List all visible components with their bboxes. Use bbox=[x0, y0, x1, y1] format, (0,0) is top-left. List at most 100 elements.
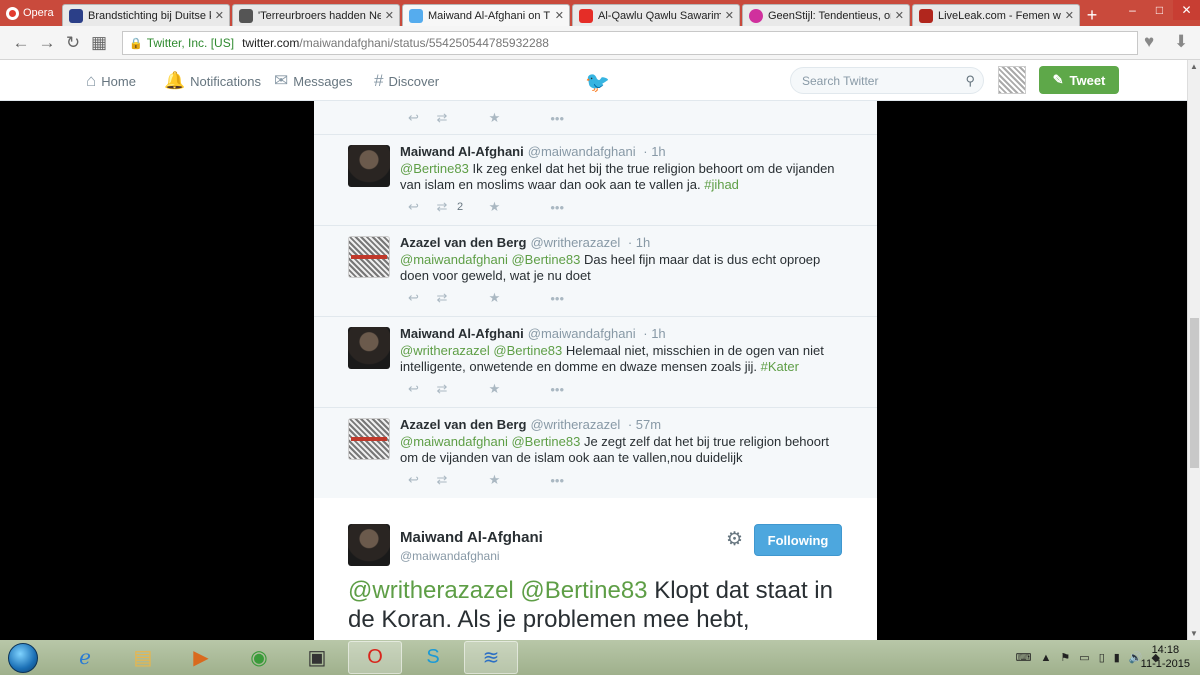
page-scrollbar[interactable]: ▲ ▼ bbox=[1187, 60, 1200, 640]
start-button[interactable] bbox=[0, 640, 46, 675]
favorite-star-icon[interactable]: ★ bbox=[481, 290, 508, 306]
nav-notifications[interactable]: 🔔 Notifications bbox=[164, 71, 261, 91]
device-icon[interactable]: ▯ bbox=[1099, 651, 1105, 664]
browser-tab[interactable]: 'Terreurbroers hadden Ne ✕ bbox=[232, 4, 400, 26]
minimize-button[interactable]: – bbox=[1119, 0, 1146, 20]
new-tab-button[interactable]: + bbox=[1082, 4, 1102, 26]
reply-icon[interactable]: ↩ bbox=[400, 110, 427, 126]
media-player-icon[interactable]: ▶ bbox=[174, 641, 228, 674]
tweet-time[interactable]: · 1h bbox=[643, 326, 665, 341]
tray-expand-icon[interactable]: ▲ bbox=[1041, 652, 1052, 664]
reply-tweet[interactable]: Maiwand Al-Afghani @maiwandafghani · 1h @… bbox=[314, 317, 877, 408]
back-arrow-icon[interactable]: ← bbox=[8, 29, 34, 57]
avatar[interactable] bbox=[348, 524, 390, 566]
scroll-up-arrow-icon[interactable]: ▲ bbox=[1190, 62, 1198, 71]
opera-menu-button[interactable]: Opera bbox=[0, 0, 62, 26]
retweet-icon[interactable]: ⇄ bbox=[427, 110, 457, 126]
tweet-time[interactable]: · 1h bbox=[643, 144, 665, 159]
tab-close-icon[interactable]: ✕ bbox=[215, 9, 224, 22]
author-name[interactable]: Maiwand Al-Afghani bbox=[400, 326, 524, 341]
internet-explorer-icon[interactable]: ℯ bbox=[58, 641, 112, 674]
more-options-icon[interactable]: ••• bbox=[508, 473, 564, 488]
app-window-icon[interactable]: ≋ bbox=[464, 641, 518, 674]
nav-discover[interactable]: # Discover bbox=[374, 71, 439, 91]
browser-tab-active[interactable]: Maiwand Al-Afghani on T ✕ bbox=[402, 4, 570, 26]
favorite-star-icon[interactable]: ★ bbox=[481, 472, 508, 488]
speed-dial-grid-icon[interactable]: ▦ bbox=[86, 29, 112, 57]
nav-home[interactable]: ⌂ Home bbox=[86, 71, 136, 91]
stash-heart-icon[interactable]: ♥ bbox=[1144, 32, 1154, 52]
close-window-button[interactable]: ✕ bbox=[1173, 0, 1200, 20]
download-icon[interactable]: ⬇ bbox=[1174, 32, 1188, 52]
reply-icon[interactable]: ↩ bbox=[400, 199, 427, 215]
file-explorer-icon[interactable]: ▤ bbox=[116, 641, 170, 674]
more-options-icon[interactable]: ••• bbox=[508, 200, 564, 215]
system-clock[interactable]: 14:18 11-1-2015 bbox=[1141, 643, 1190, 671]
browser-tab[interactable]: Al-Qawlu Qawlu Sawarim ✕ bbox=[572, 4, 740, 26]
browser-tab[interactable]: GeenStijl: Tendentieus, on ✕ bbox=[742, 4, 910, 26]
mention-link[interactable]: @writherazazel @Bertine83 bbox=[400, 343, 562, 358]
url-field[interactable]: 🔒 Twitter, Inc. [US] twitter.com/maiwand… bbox=[122, 31, 1138, 55]
following-button[interactable]: Following bbox=[754, 524, 842, 556]
author-name[interactable]: Maiwand Al-Afghani bbox=[400, 529, 543, 546]
user-avatar-menu[interactable] bbox=[998, 66, 1026, 94]
reply-icon[interactable]: ↩ bbox=[400, 472, 427, 488]
hashtag-link[interactable]: #Kater bbox=[761, 359, 799, 374]
retweet-icon[interactable]: ⇄ bbox=[427, 290, 457, 306]
network-signal-icon[interactable]: ▮ bbox=[1114, 651, 1120, 664]
forward-arrow-icon[interactable]: → bbox=[34, 29, 60, 57]
avatar[interactable] bbox=[348, 418, 390, 460]
opera-taskbar-icon[interactable]: O bbox=[348, 641, 402, 674]
avatar[interactable] bbox=[348, 236, 390, 278]
gear-icon[interactable]: ⚙ bbox=[726, 528, 743, 551]
hashtag-link[interactable]: #jihad bbox=[704, 177, 739, 192]
mention-link[interactable]: @maiwandafghani @Bertine83 bbox=[400, 252, 580, 267]
retweet-icon[interactable]: ⇄ bbox=[427, 199, 457, 215]
reply-tweet[interactable]: Azazel van den Berg @writherazazel · 1h @… bbox=[314, 226, 877, 317]
avatar[interactable] bbox=[348, 145, 390, 187]
browser-tab[interactable]: LiveLeak.com - Femen wo ✕ bbox=[912, 4, 1080, 26]
author-name[interactable]: Maiwand Al-Afghani bbox=[400, 144, 524, 159]
tab-close-icon[interactable]: ✕ bbox=[555, 9, 564, 22]
chrome-icon[interactable]: ◉ bbox=[232, 641, 286, 674]
reply-icon[interactable]: ↩ bbox=[400, 381, 427, 397]
search-icon[interactable]: ⚲ bbox=[965, 73, 975, 89]
retweet-icon[interactable]: ⇄ bbox=[427, 472, 457, 488]
mention-link[interactable]: @Bertine83 bbox=[400, 161, 469, 176]
mention-link[interactable]: @maiwandafghani @Bertine83 bbox=[400, 434, 580, 449]
browser-tab[interactable]: Brandstichting bij Duitse k ✕ bbox=[62, 4, 230, 26]
favorite-star-icon[interactable]: ★ bbox=[481, 199, 508, 215]
avatar[interactable] bbox=[348, 327, 390, 369]
compose-tweet-button[interactable]: ✎ Tweet bbox=[1039, 66, 1119, 94]
display-icon[interactable]: ▭ bbox=[1079, 651, 1089, 664]
more-options-icon[interactable]: ••• bbox=[508, 291, 564, 306]
tab-close-icon[interactable]: ✕ bbox=[1065, 9, 1074, 22]
scrollbar-thumb[interactable] bbox=[1190, 318, 1199, 468]
twitter-bird-logo-icon[interactable]: 🐦 bbox=[585, 70, 610, 95]
reply-icon[interactable]: ↩ bbox=[400, 290, 427, 306]
tab-close-icon[interactable]: ✕ bbox=[895, 9, 904, 22]
tab-close-icon[interactable]: ✕ bbox=[725, 9, 734, 22]
favorite-star-icon[interactable]: ★ bbox=[481, 110, 508, 126]
author-name[interactable]: Azazel van den Berg bbox=[400, 417, 526, 432]
favorite-star-icon[interactable]: ★ bbox=[481, 381, 508, 397]
scroll-down-arrow-icon[interactable]: ▼ bbox=[1190, 629, 1198, 638]
nav-messages[interactable]: ✉ Messages bbox=[274, 71, 353, 91]
skype-icon[interactable]: S bbox=[406, 641, 460, 674]
mention-link[interactable]: @writherazazel @Bertine83 bbox=[348, 577, 648, 604]
tweet-time[interactable]: · 57m bbox=[628, 417, 661, 432]
tab-close-icon[interactable]: ✕ bbox=[385, 9, 394, 22]
retweet-icon[interactable]: ⇄ bbox=[427, 381, 457, 397]
search-input[interactable]: Search Twitter ⚲ bbox=[790, 67, 984, 94]
tweet-time[interactable]: · 1h bbox=[628, 235, 650, 250]
calendar-app-icon[interactable]: ▣ bbox=[290, 641, 344, 674]
keyboard-icon[interactable]: ⌨ bbox=[1016, 651, 1032, 664]
maximize-button[interactable]: □ bbox=[1146, 0, 1173, 20]
reply-tweet[interactable]: Azazel van den Berg @writherazazel · 57m … bbox=[314, 408, 877, 499]
author-name[interactable]: Azazel van den Berg bbox=[400, 235, 526, 250]
more-options-icon[interactable]: ••• bbox=[508, 111, 564, 126]
reply-tweet[interactable]: Maiwand Al-Afghani @maiwandafghani · 1h @… bbox=[314, 135, 877, 226]
flag-icon[interactable]: ⚑ bbox=[1060, 651, 1070, 664]
author-handle[interactable]: @maiwandafghani bbox=[400, 549, 500, 563]
reload-icon[interactable]: ↻ bbox=[60, 29, 86, 57]
